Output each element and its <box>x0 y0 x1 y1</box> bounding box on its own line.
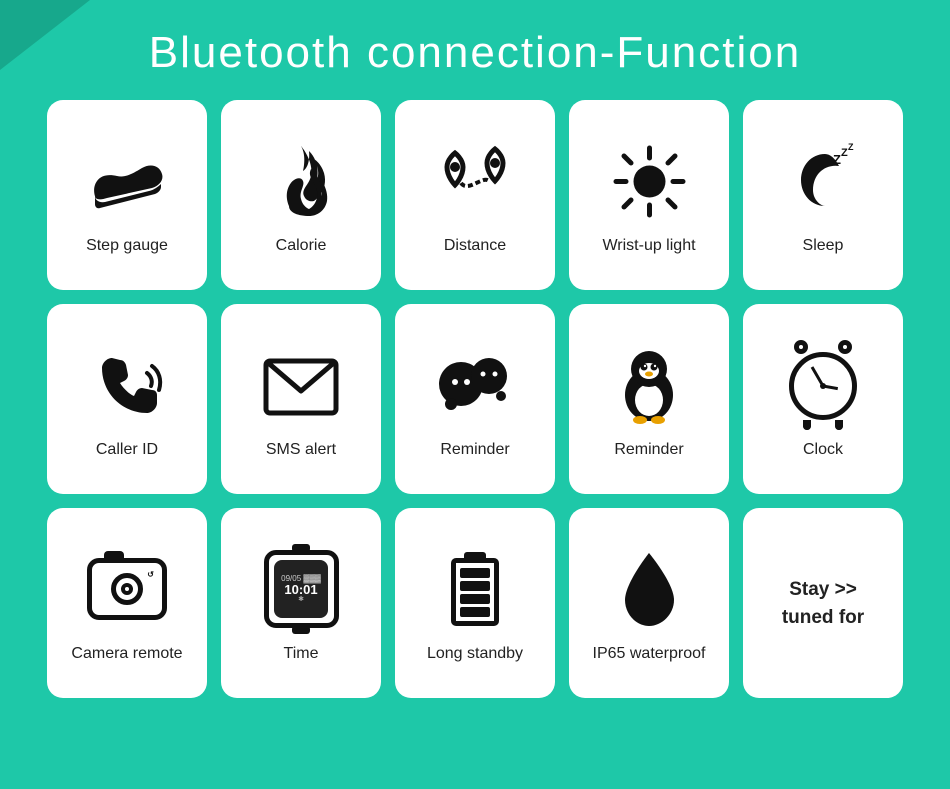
card-reminder-qq: Reminder <box>569 304 729 494</box>
card-sms-alert: SMS alert <box>221 304 381 494</box>
water-drop-icon <box>617 544 682 634</box>
sleep-label: Sleep <box>803 236 844 255</box>
step-gauge-label: Step gauge <box>86 236 168 255</box>
long-standby-label: Long standby <box>427 644 523 663</box>
calorie-label: Calorie <box>276 236 327 255</box>
envelope-icon <box>261 340 341 430</box>
card-stay-tuned: Stay >>tuned for <box>743 508 903 698</box>
flame-icon <box>269 136 334 226</box>
camera-remote-label: Camera remote <box>71 644 182 663</box>
card-caller-id: Caller ID <box>47 304 207 494</box>
distance-label: Distance <box>444 236 506 255</box>
card-long-standby: Long standby <box>395 508 555 698</box>
phone-icon <box>87 340 167 430</box>
svg-text:Z: Z <box>848 142 854 152</box>
features-grid: Step gauge Calorie Distance <box>27 100 923 698</box>
card-calorie: Calorie <box>221 100 381 290</box>
svg-text:Z: Z <box>833 152 841 167</box>
watch-time-display: 10:01 <box>284 583 317 596</box>
shoe-icon <box>87 136 167 226</box>
reminder-chat-label: Reminder <box>440 440 509 459</box>
caller-id-label: Caller ID <box>96 440 158 459</box>
corner-decoration <box>0 0 90 70</box>
card-reminder-chat: Reminder <box>395 304 555 494</box>
card-step-gauge: Step gauge <box>47 100 207 290</box>
page-title: Bluetooth connection-Function <box>149 28 801 78</box>
sleep-icon: Z Z Z <box>783 136 863 226</box>
ip65-waterproof-label: IP65 waterproof <box>593 644 706 663</box>
time-label: Time <box>284 644 319 663</box>
card-ip65-waterproof: IP65 waterproof <box>569 508 729 698</box>
card-clock: Clock <box>743 304 903 494</box>
sms-alert-label: SMS alert <box>266 440 336 459</box>
wrist-up-light-label: Wrist-up light <box>602 236 695 255</box>
stay-tuned-label: Stay >>tuned for <box>782 576 864 633</box>
battery-icon <box>451 544 499 634</box>
clock-label: Clock <box>803 440 843 459</box>
card-time: 09/05 ▓▓▓ 10:01 ✱ Time <box>221 508 381 698</box>
card-distance: Distance <box>395 100 555 290</box>
reminder-qq-label: Reminder <box>614 440 683 459</box>
card-wrist-up-light: Wrist-up light <box>569 100 729 290</box>
card-camera-remote: ↺ Camera remote <box>47 508 207 698</box>
card-sleep: Z Z Z Sleep <box>743 100 903 290</box>
camera-remote-icon: ↺ <box>87 544 167 634</box>
svg-text:Z: Z <box>841 147 848 159</box>
distance-icon <box>433 136 518 226</box>
sun-icon <box>612 136 687 226</box>
penguin-icon <box>614 340 684 430</box>
watch-icon: 09/05 ▓▓▓ 10:01 ✱ <box>264 544 339 634</box>
chat-icon <box>433 340 518 430</box>
clock-icon <box>788 340 858 430</box>
